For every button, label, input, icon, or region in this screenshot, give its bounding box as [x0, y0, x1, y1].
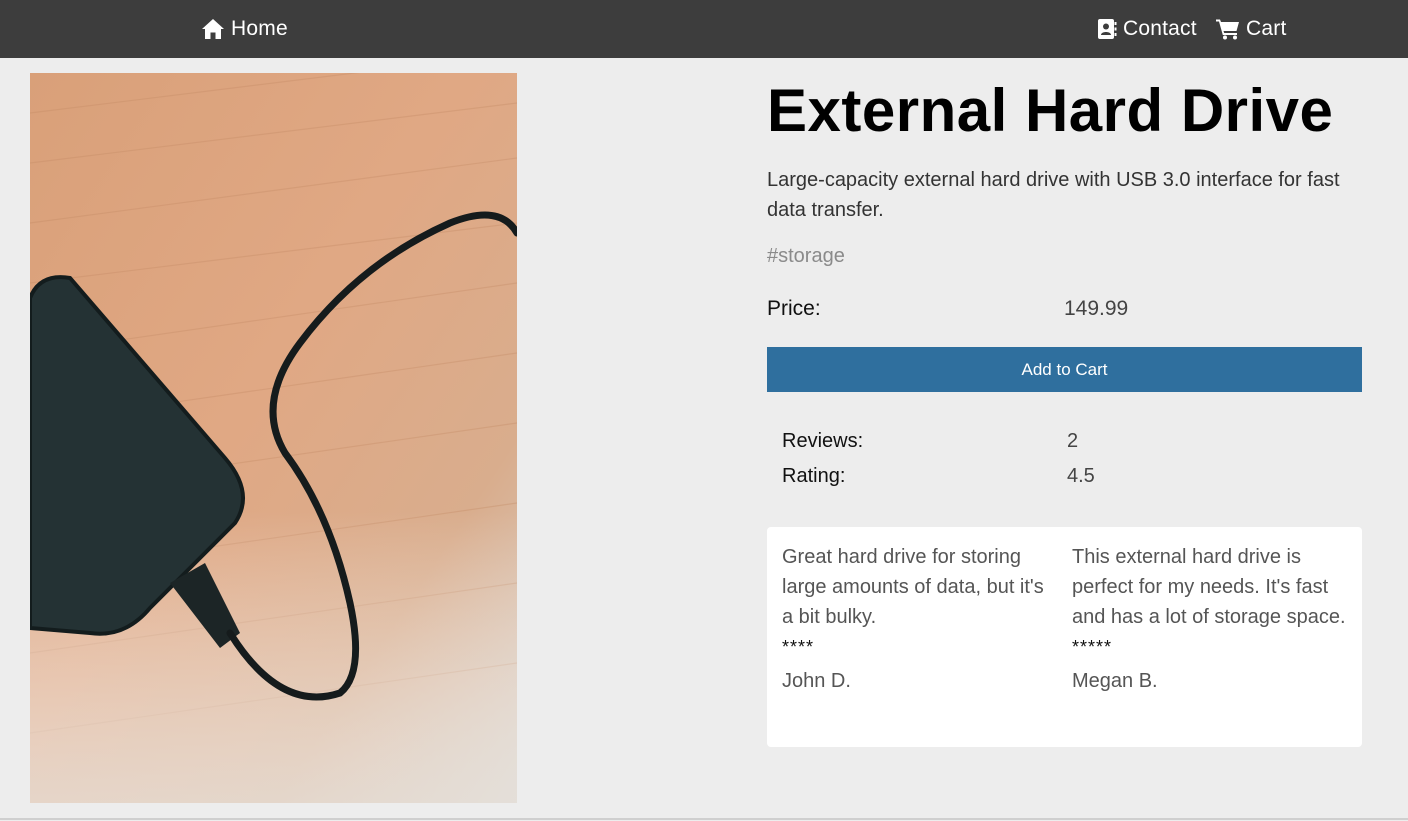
rating-label: Rating:	[782, 465, 846, 487]
contact-card-icon	[1097, 18, 1117, 40]
product-description: Large-capacity external hard drive with …	[767, 169, 1340, 221]
top-navbar: Home Contact Cart	[0, 0, 1408, 58]
review-author: Megan B.	[1072, 670, 1158, 692]
nav-home-link[interactable]: Home	[201, 0, 288, 58]
reviews-panel: Great hard drive for storing large amoun…	[767, 527, 1362, 747]
nav-cart-label: Cart	[1246, 17, 1287, 40]
review-text: Great hard drive for storing large amoun…	[782, 546, 1044, 628]
home-icon	[201, 18, 225, 40]
rating-value: 4.5	[1067, 465, 1095, 487]
nav-contact-label: Contact	[1123, 17, 1197, 40]
product-title: External Hard Drive	[767, 77, 1334, 144]
nav-cart-link[interactable]: Cart	[1216, 0, 1286, 58]
nav-home-label: Home	[231, 17, 288, 40]
product-tag[interactable]: #storage	[767, 245, 845, 268]
reviews-count-value: 2	[1067, 430, 1079, 452]
review-stars: *****	[1072, 637, 1113, 657]
review-stars: ****	[782, 637, 815, 657]
add-to-cart-button[interactable]: Add to Cart	[767, 347, 1362, 392]
review-card: Great hard drive for storing large amoun…	[782, 542, 1057, 696]
reviews-count-label: Reviews:	[782, 430, 864, 452]
review-text: This external hard drive is perfect for …	[1072, 546, 1346, 628]
page-bottom-divider	[0, 818, 1408, 820]
shopping-cart-icon	[1216, 18, 1240, 40]
review-author: John D.	[782, 670, 851, 692]
nav-contact-link[interactable]: Contact	[1097, 0, 1197, 58]
review-card: This external hard drive is perfect for …	[1072, 542, 1347, 696]
product-image	[30, 73, 517, 803]
price-value: 149.99	[1064, 297, 1129, 320]
price-label: Price:	[767, 297, 821, 320]
